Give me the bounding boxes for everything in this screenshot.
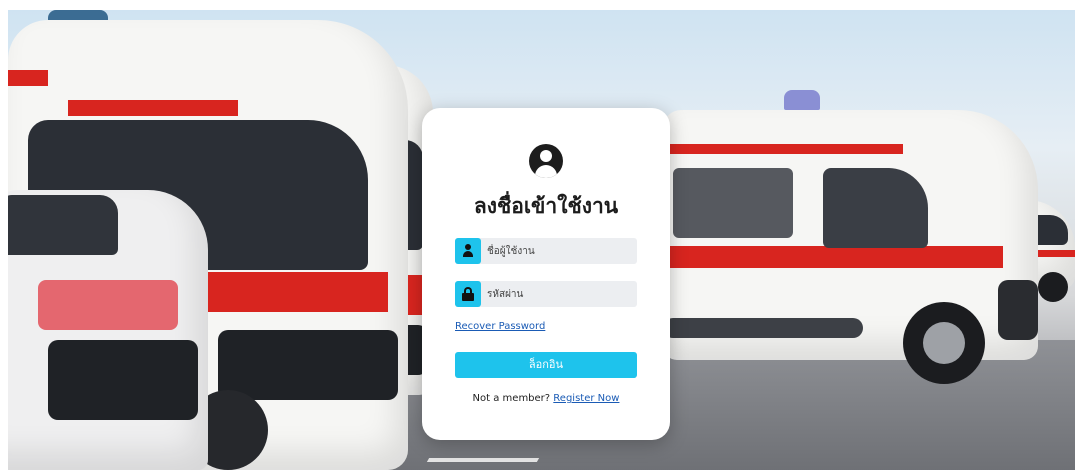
password-field[interactable]: [455, 281, 637, 307]
lock-icon: [455, 281, 481, 307]
login-card: ลงชื่อเข้าใช้งาน Recover Password ล็อกอิ…: [422, 108, 670, 440]
parking-line: [426, 458, 540, 462]
person-icon: [455, 238, 481, 264]
username-field[interactable]: [455, 238, 637, 264]
user-circle-icon: [529, 144, 563, 178]
password-input[interactable]: [487, 281, 633, 307]
top-strip: [0, 0, 1075, 10]
login-button[interactable]: ล็อกอิน: [455, 352, 637, 378]
register-now-link[interactable]: Register Now: [553, 393, 619, 404]
not-member-text: Not a member?: [472, 393, 554, 404]
recover-password-link[interactable]: Recover Password: [455, 321, 545, 332]
register-row: Not a member? Register Now: [422, 393, 670, 404]
username-input[interactable]: [487, 238, 633, 264]
login-title: ลงชื่อเข้าใช้งาน: [473, 194, 619, 218]
